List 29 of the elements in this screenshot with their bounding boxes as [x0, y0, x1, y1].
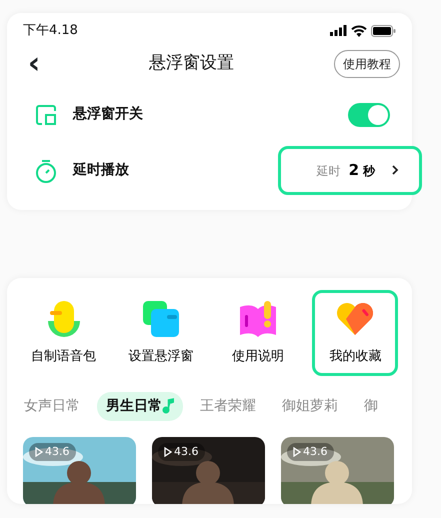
play-count: 43.6 [45, 444, 70, 460]
page-title: 悬浮窗设置 [149, 52, 234, 75]
shortcut-item[interactable]: 我的收藏 [312, 290, 398, 376]
wifi-icon [351, 24, 367, 37]
windows-icon [140, 299, 181, 339]
book-icon [238, 299, 278, 339]
setting-label: 悬浮窗开关 [73, 104, 143, 124]
timer-icon [35, 158, 57, 182]
category-tab[interactable]: 女声日常 [15, 392, 89, 420]
window-icon [35, 104, 57, 126]
play-icon [35, 446, 43, 457]
play-icon [164, 446, 172, 457]
category-tab[interactable]: 御姐萝莉 [273, 392, 347, 420]
play-count: 43.6 [303, 444, 328, 460]
battery-icon [371, 24, 396, 37]
tutorial-button[interactable]: 使用教程 [334, 50, 400, 78]
play-icon [293, 446, 301, 457]
status-time: 下午4.18 [23, 22, 78, 40]
play-count: 43.6 [174, 444, 198, 460]
signal-icon [330, 25, 347, 36]
music-note-icon [162, 398, 174, 414]
category-tab[interactable]: 男生日常 [97, 392, 183, 420]
back-button[interactable]: ‹ [19, 48, 49, 78]
delay-selector[interactable]: 延时 2 秒 [278, 146, 422, 195]
setting-label: 延时播放 [73, 161, 129, 180]
category-tab[interactable]: 王者荣耀 [191, 392, 265, 420]
toggle-switch[interactable] [348, 102, 390, 126]
category-tab[interactable]: 御 [355, 392, 387, 420]
chevron-icon [391, 165, 399, 176]
